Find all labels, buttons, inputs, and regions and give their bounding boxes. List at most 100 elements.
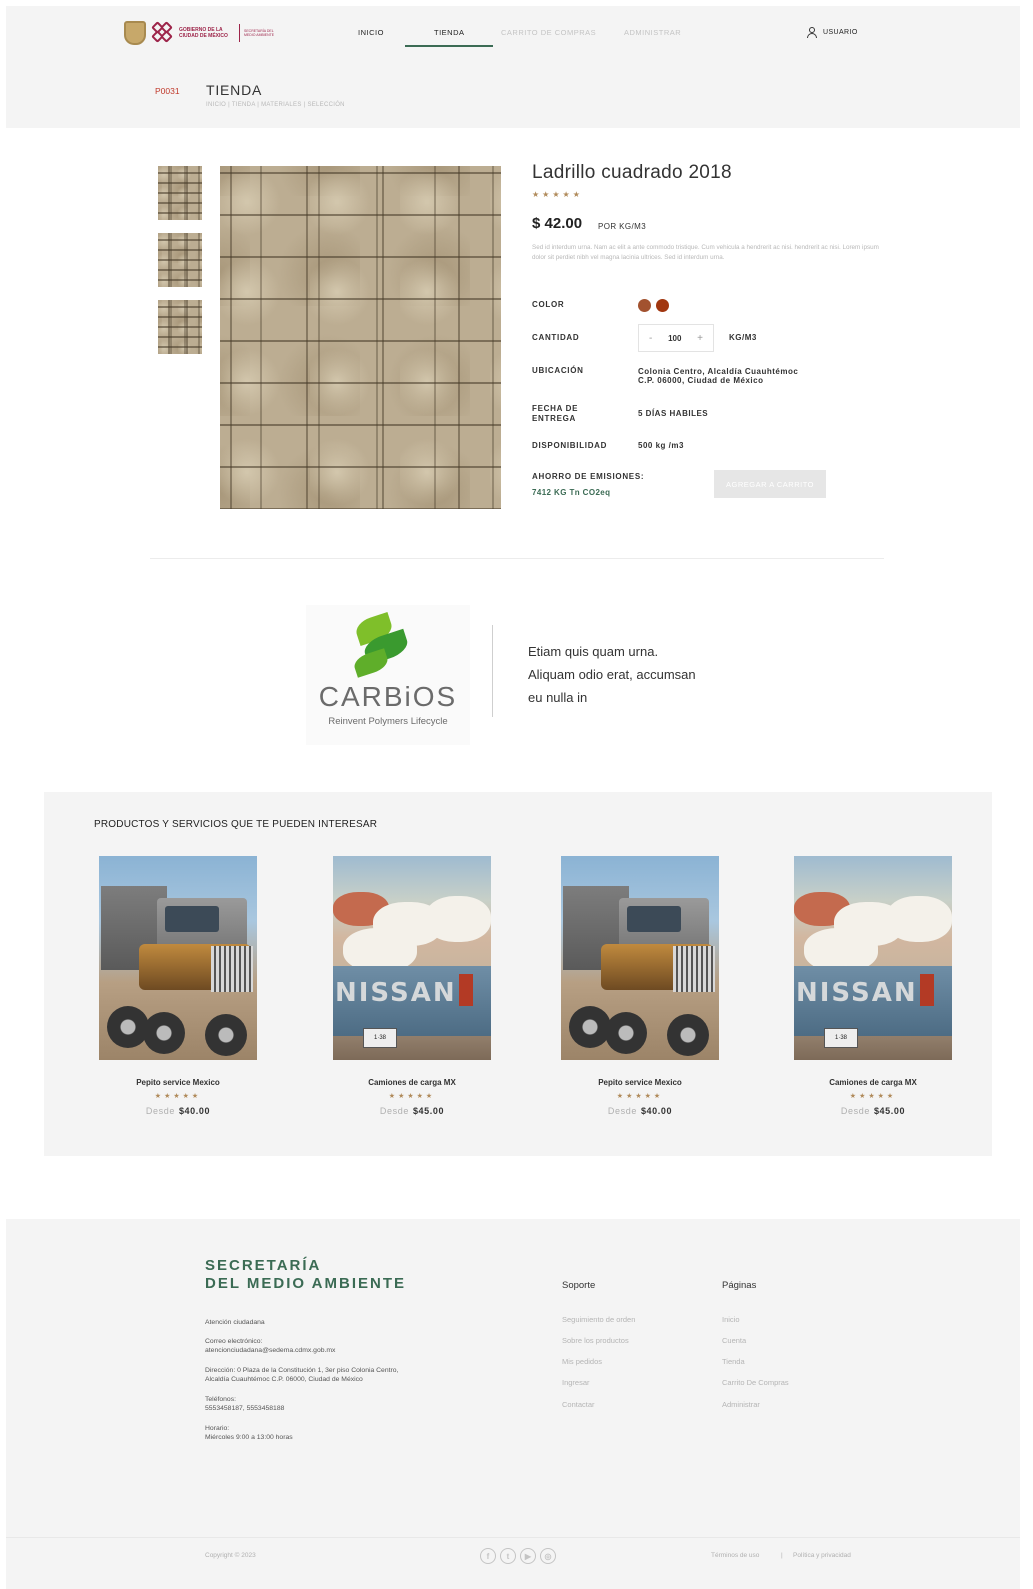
facebook-icon[interactable]: f [480,1548,496,1564]
dump-truck-image [99,856,257,1060]
footer-hours-label: Horario: [205,1425,230,1432]
footer-brand-line-1: SECRETARÍA [205,1257,322,1274]
footer-hours: Miércoles 9:00 a 13:00 horas [205,1434,293,1441]
quantity-stepper: - 100 + [638,324,714,352]
brand-lettering: NISSAN [335,978,457,1008]
partner-tagline: Reinvent Polymers Lifecycle [328,716,448,727]
leaf-icon-3 [351,648,391,678]
nav-carrito[interactable]: CARRITO DE COMPRAS [501,28,596,37]
product-rating: ★★★★★ [532,190,583,199]
dump-truck-image [561,856,719,1060]
instagram-icon[interactable]: ◎ [540,1548,556,1564]
location-label: UBICACIÓN [532,366,584,375]
user-menu[interactable]: USUARIO [806,27,858,38]
support-link[interactable]: Sobre los productos [562,1336,629,1345]
price-amount: $45.00 [412,1106,445,1116]
support-link[interactable]: Contactar [562,1400,595,1409]
site-header: GOBIERNO DE LA CIUDAD DE MÉXICO SECRETAR… [6,6,1020,128]
footer-brand-line-2: DEL MEDIO AMBIENTE [205,1275,407,1292]
product-card[interactable]: NISSAN 1·38 Camiones de carga MX ★★★★★ D… [333,856,491,1116]
section-divider [150,558,884,559]
quote-line-3: eu nulla in [528,690,588,705]
price-from: Desde [379,1106,409,1116]
footer-address-2: Alcaldía Cuauhtémoc C.P. 06000, Ciudad d… [205,1376,363,1383]
logo-separator [239,24,240,42]
page-code: P0031 [155,86,180,96]
carbios-logo: CARBiOS Reinvent Polymers Lifecycle [306,605,470,745]
thumbnail-3[interactable] [158,300,202,354]
decrement-button[interactable]: - [649,333,652,344]
increment-button[interactable]: + [697,333,703,344]
cdmx-mark-icon [151,21,175,45]
quote-line-2: Aliquam odio erat, accumsan [528,667,696,682]
card-price: Desde $45.00 [333,1106,491,1116]
pages-link[interactable]: Cuenta [722,1336,746,1345]
breadcrumb[interactable]: INICIO | TIENDA | MATERIALES | SELECCIÓN [206,102,345,108]
privacy-link[interactable]: Política y privacidad [793,1552,851,1559]
quantity-value[interactable]: 100 [668,334,681,343]
coat-of-arms-icon [124,21,146,45]
color-swatch-2[interactable] [656,299,669,312]
card-name: Camiones de carga MX [829,1078,917,1087]
product-description: Sed id interdum urna. Nam ac elit a ante… [532,244,879,261]
pages-link[interactable]: Administrar [722,1400,760,1409]
price-amount: $45.00 [873,1106,906,1116]
availability-value: 500 kg /m3 [638,441,684,450]
color-swatch-1[interactable] [638,299,651,312]
youtube-icon[interactable]: ▶ [520,1548,536,1564]
cdmx-logo[interactable]: GOBIERNO DE LA CIUDAD DE MÉXICO SECRETAR… [124,21,280,45]
support-title: Soporte [562,1280,596,1291]
delivery-label: FECHA DE ENTREGA [532,404,579,423]
partner-quote: Etiam quis quam urna. Aliquam odio erat,… [528,640,758,709]
add-to-cart-button[interactable]: AGREGAR A CARRITO [714,470,826,498]
related-products: PRODUCTOS Y SERVICIOS QUE TE PUEDEN INTE… [44,792,992,1156]
card-price: Desde $40.00 [561,1106,719,1116]
product-title: Ladrillo cuadrado 2018 [532,162,732,183]
nav-tienda[interactable]: TIENDA [434,28,465,37]
quote-line-1: Etiam quis quam urna. [528,644,659,659]
product-card[interactable]: Pepito service Mexico ★★★★★ Desde $40.00 [561,856,719,1116]
license-plate: 1·38 [363,1028,397,1048]
nav-inicio[interactable]: INICIO [358,28,384,37]
user-icon [806,27,817,38]
footer-phones-label: Teléfonos: [205,1396,236,1403]
footer-email-label: Correo electrónico: [205,1338,263,1345]
twitter-icon[interactable]: t [500,1548,516,1564]
page-title: TIENDA [206,82,263,98]
quantity-unit: KG/M3 [729,333,757,342]
partner-divider [492,625,493,717]
card-rating: ★★★★★ [849,1093,897,1100]
thumbnail-2[interactable] [158,233,202,287]
pages-link[interactable]: Inicio [722,1315,740,1324]
thumbnail-1[interactable] [158,166,202,220]
legal-separator: | [781,1552,783,1559]
footer-address-1: Dirección: 0 Plaza de la Constitución 1,… [205,1367,399,1374]
product-card[interactable]: Pepito service Mexico ★★★★★ Desde $40.00 [99,856,257,1116]
user-label: USUARIO [823,29,858,36]
nav-active-indicator [405,45,493,47]
product-card[interactable]: NISSAN 1·38 Camiones de carga MX ★★★★★ D… [794,856,952,1116]
terms-link[interactable]: Términos de uso [711,1552,759,1559]
related-title: PRODUCTOS Y SERVICIOS QUE TE PUEDEN INTE… [94,819,378,830]
support-link[interactable]: Mis pedidos [562,1357,602,1366]
support-link[interactable]: Ingresar [562,1378,590,1387]
price-unit: POR KG/M3 [598,222,647,231]
card-price: Desde $45.00 [794,1106,952,1116]
card-price: Desde $40.00 [99,1106,257,1116]
pickup-truck-image: NISSAN 1·38 [794,856,952,1060]
card-name: Camiones de carga MX [368,1078,456,1087]
footer-attention: Atención ciudadana [205,1319,265,1326]
footer-phones: 5553458187, 5553458188 [205,1405,285,1412]
footer-email[interactable]: atencionciudadana@sedema.cdmx.gob.mx [205,1346,475,1355]
product-main-image [220,166,501,509]
pages-link[interactable]: Tienda [722,1357,745,1366]
site-footer: SECRETARÍA DEL MEDIO AMBIENTE Atención c… [6,1219,1020,1589]
product-price: $ 42.00 [532,215,583,232]
nav-administrar[interactable]: ADMINISTRAR [624,28,681,37]
color-label: COLOR [532,300,565,309]
price-amount: $40.00 [640,1106,673,1116]
support-link[interactable]: Seguimiento de orden [562,1315,635,1324]
pages-link[interactable]: Carrito De Compras [722,1378,789,1387]
savings-value: 7412 KG Tn CO2eq [532,488,611,497]
copyright: Copyright © 2023 [205,1552,256,1559]
